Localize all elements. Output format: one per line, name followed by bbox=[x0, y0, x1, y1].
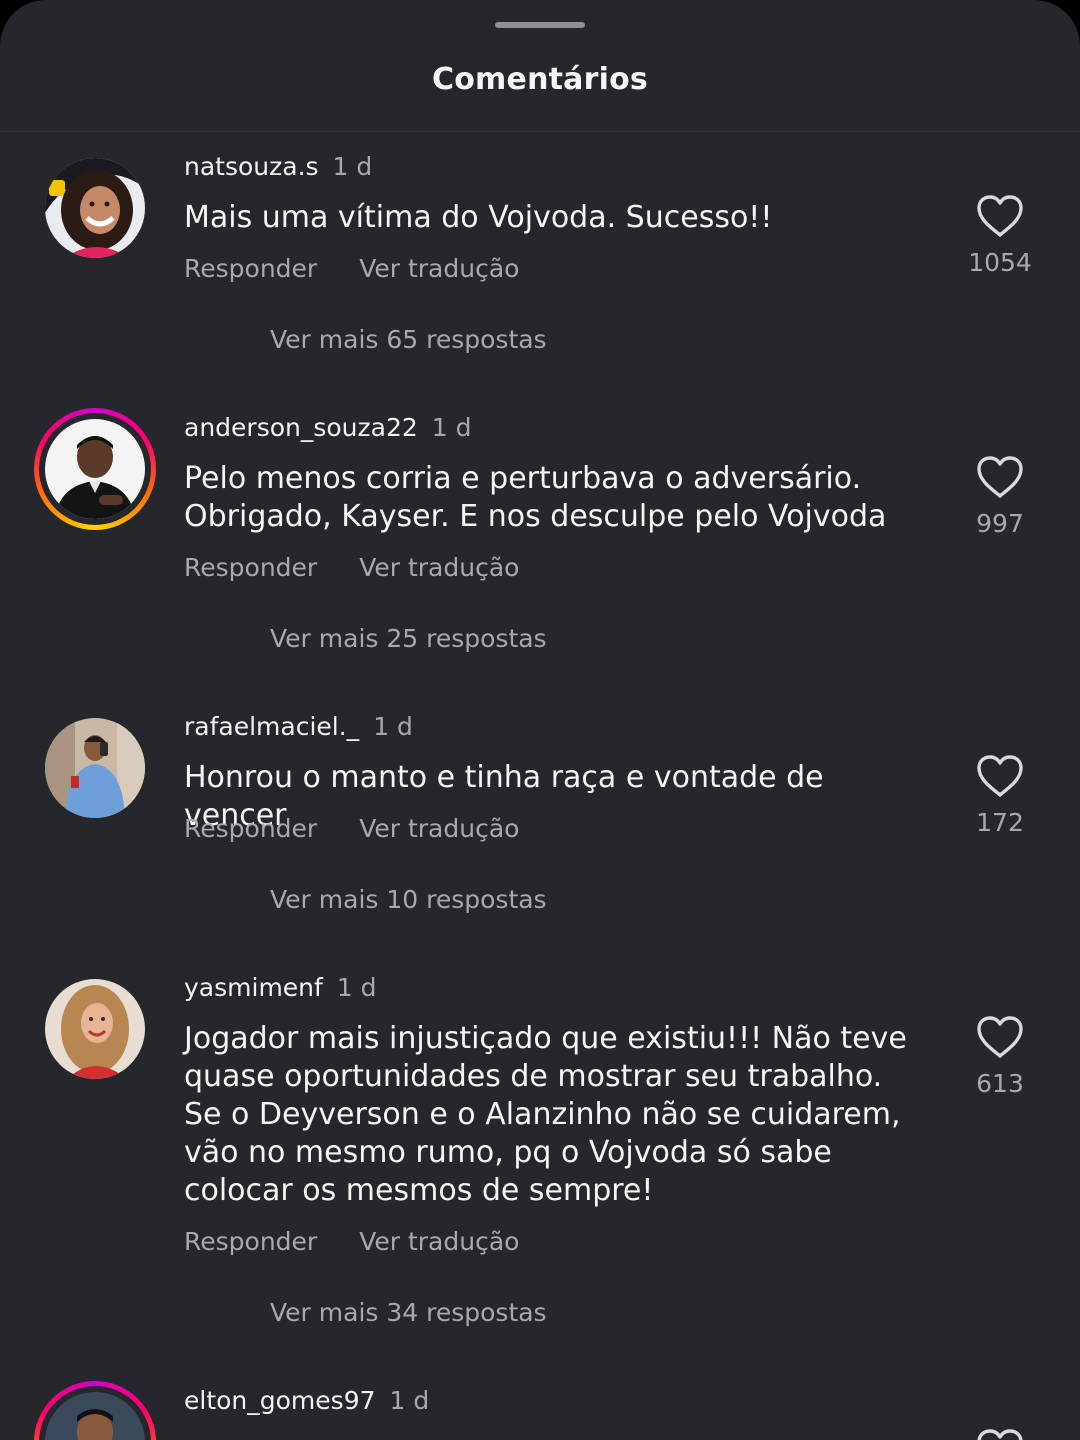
username[interactable]: anderson_souza22 bbox=[184, 413, 418, 442]
timestamp: 1 d bbox=[373, 712, 413, 741]
comment-text: Mais uma vítima do Vojvoda. Sucesso!! bbox=[184, 200, 773, 235]
comment-actions: Responder Ver tradução bbox=[184, 814, 519, 843]
view-more-replies[interactable]: Ver mais 65 respostas bbox=[270, 325, 547, 354]
username[interactable]: elton_gomes97 bbox=[184, 1386, 376, 1415]
view-more-replies[interactable]: Ver mais 10 respostas bbox=[270, 885, 547, 914]
drag-handle[interactable] bbox=[495, 22, 585, 28]
timestamp: 1 d bbox=[431, 413, 472, 442]
timestamp: 1 d bbox=[389, 1386, 430, 1415]
like-count: 1054 bbox=[968, 248, 1032, 277]
heart-outline-icon[interactable] bbox=[976, 455, 1024, 499]
avatar-photo bbox=[45, 419, 145, 519]
avatar[interactable] bbox=[45, 158, 145, 258]
heart-outline-icon[interactable] bbox=[976, 1015, 1024, 1059]
comments-sheet: Comentários natsouza.s 1 d Mais uma vítim… bbox=[0, 0, 1080, 1440]
translate-button[interactable]: Ver tradução bbox=[359, 814, 519, 843]
heart-outline-icon[interactable] bbox=[976, 1428, 1024, 1440]
avatar-story-ring[interactable] bbox=[34, 408, 156, 530]
like-control: 997 bbox=[960, 455, 1040, 538]
comment-header: yasmimenf 1 d bbox=[184, 973, 377, 1002]
username[interactable]: yasmimenf bbox=[184, 973, 323, 1002]
comment-actions: Responder Ver tradução bbox=[184, 254, 519, 283]
reply-button[interactable]: Responder bbox=[184, 814, 317, 843]
header-divider bbox=[0, 131, 1080, 132]
avatar-story-ring[interactable] bbox=[34, 1381, 156, 1440]
comment-header: natsouza.s 1 d bbox=[184, 152, 372, 181]
comment-actions: Responder Ver tradução bbox=[184, 553, 519, 582]
reply-button[interactable]: Responder bbox=[184, 553, 317, 582]
comment-header: elton_gomes97 1 d bbox=[184, 1386, 429, 1415]
avatar bbox=[45, 419, 145, 519]
avatar-photo bbox=[45, 718, 145, 818]
avatar-photo bbox=[45, 158, 145, 258]
timestamp: 1 d bbox=[332, 152, 373, 181]
view-more-replies[interactable]: Ver mais 34 respostas bbox=[270, 1298, 547, 1327]
like-count: 613 bbox=[976, 1069, 1024, 1098]
translate-button[interactable]: Ver tradução bbox=[359, 553, 519, 582]
avatar[interactable] bbox=[45, 718, 145, 818]
avatar-photo bbox=[45, 979, 145, 1079]
avatar[interactable] bbox=[45, 979, 145, 1079]
reply-button[interactable]: Responder bbox=[184, 1227, 317, 1256]
translate-button[interactable]: Ver tradução bbox=[359, 254, 519, 283]
comment-text: Pelo menos corria e perturbava o adversá… bbox=[184, 461, 887, 534]
like-count: 172 bbox=[976, 808, 1024, 837]
heart-outline-icon[interactable] bbox=[976, 754, 1024, 798]
timestamp: 1 d bbox=[336, 973, 377, 1002]
like-count: 997 bbox=[976, 509, 1024, 538]
like-control: 172 bbox=[960, 754, 1040, 837]
username[interactable]: rafaelmaciel._ bbox=[184, 712, 359, 741]
like-control: 1054 bbox=[960, 194, 1040, 277]
heart-outline-icon[interactable] bbox=[976, 194, 1024, 238]
view-more-replies[interactable]: Ver mais 25 respostas bbox=[270, 624, 547, 653]
comment-text: Jogador mais injustiçado que existiu!!! … bbox=[184, 1021, 907, 1208]
comment-header: rafaelmaciel._ 1 d bbox=[184, 712, 413, 741]
sheet-title: Comentários bbox=[432, 62, 648, 97]
comment-actions: Responder Ver tradução bbox=[184, 1227, 519, 1256]
like-control bbox=[960, 1428, 1040, 1440]
translate-button[interactable]: Ver tradução bbox=[359, 1227, 519, 1256]
reply-button[interactable]: Responder bbox=[184, 254, 317, 283]
comment-header: anderson_souza22 1 d bbox=[184, 413, 472, 442]
username[interactable]: natsouza.s bbox=[184, 152, 319, 181]
like-control: 613 bbox=[960, 1015, 1040, 1098]
